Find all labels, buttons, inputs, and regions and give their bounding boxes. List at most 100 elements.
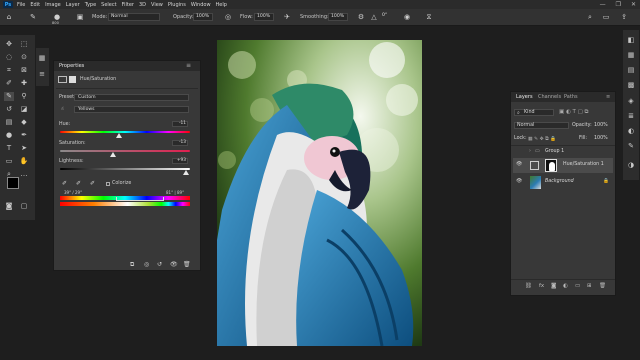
- gradients-panel-icon[interactable]: ▤: [626, 65, 636, 75]
- layer-row-hue-saturation[interactable]: 👁 Hue/Saturation 1: [513, 158, 613, 173]
- smoothing-input[interactable]: 100%: [328, 13, 348, 21]
- hue-slider-track[interactable]: [60, 131, 190, 133]
- layer-row-background[interactable]: 👁 Background 🔒: [513, 175, 613, 190]
- panel-menu-icon[interactable]: ≡: [606, 94, 610, 100]
- delete-layer-icon[interactable]: 🗑: [599, 283, 606, 289]
- type-tool-icon[interactable]: T: [4, 144, 14, 153]
- lightness-value[interactable]: +93: [172, 158, 188, 164]
- brush-tool-active-icon[interactable]: ✎: [4, 92, 14, 101]
- visibility-eye-icon[interactable]: 👁: [516, 179, 522, 184]
- eyedropper-icon[interactable]: ✐: [62, 180, 67, 187]
- lasso-tool-icon[interactable]: ◌: [4, 53, 14, 62]
- new-group-icon[interactable]: ▭: [575, 283, 580, 289]
- symmetry-icon[interactable]: ⧖: [425, 13, 433, 21]
- layers-panel-icon[interactable]: ◑: [626, 160, 636, 170]
- smoothing-settings-icon[interactable]: ⚙: [357, 13, 365, 21]
- dodge-tool-icon[interactable]: ●: [4, 131, 14, 140]
- chevron-right-icon[interactable]: ›: [529, 149, 531, 154]
- brush-tool-icon[interactable]: ✎: [29, 13, 37, 21]
- tab-layers[interactable]: Layers: [516, 94, 533, 100]
- layer-mask-thumbnail[interactable]: [545, 159, 557, 172]
- restore-button[interactable]: ❐: [616, 1, 621, 8]
- fill-value[interactable]: 100%: [594, 136, 608, 141]
- filter-icons[interactable]: ▣ ◐ T ▢ ⧉: [559, 109, 588, 116]
- saturation-slider-thumb[interactable]: [110, 152, 117, 157]
- menu-select[interactable]: Select: [101, 2, 116, 8]
- targeted-adjust-icon[interactable]: ☝: [61, 107, 64, 112]
- quick-select-icon[interactable]: ⊙: [19, 53, 29, 62]
- preset-select[interactable]: Custom: [74, 94, 189, 101]
- add-mask-icon[interactable]: ◙: [551, 283, 556, 289]
- blend-mode-select[interactable]: Normal: [514, 122, 569, 129]
- libraries-panel-icon[interactable]: ◈: [626, 96, 636, 106]
- menu-view[interactable]: View: [151, 2, 163, 8]
- layer-style-icon[interactable]: fx: [539, 283, 544, 289]
- hue-value[interactable]: -11: [172, 121, 188, 127]
- history-panel-icon[interactable]: ▦: [37, 54, 47, 63]
- adjustments-panel-icon[interactable]: ≡: [37, 70, 47, 79]
- lightness-slider-thumb[interactable]: [183, 170, 190, 175]
- shape-tool-icon[interactable]: ▭: [4, 157, 14, 166]
- angle-input[interactable]: 0°: [380, 13, 392, 21]
- crop-tool-icon[interactable]: ⌗: [4, 66, 14, 75]
- pen-tool-icon[interactable]: ✒: [19, 131, 29, 140]
- colorize-checkbox[interactable]: [106, 182, 110, 186]
- channel-select[interactable]: Yellows: [74, 106, 189, 113]
- menu-image[interactable]: Image: [45, 2, 61, 8]
- delete-icon[interactable]: 🗑: [183, 261, 191, 268]
- link-layers-icon[interactable]: ⛓: [525, 283, 532, 289]
- hand-tool-icon[interactable]: ✋: [19, 157, 29, 166]
- minimize-button[interactable]: —: [600, 1, 606, 8]
- marquee-tool-icon[interactable]: ⬚: [19, 40, 29, 49]
- adjustment-icon[interactable]: [58, 76, 67, 83]
- airbrush-icon[interactable]: ✈: [283, 13, 291, 21]
- new-adjustment-icon[interactable]: ◐: [563, 283, 568, 289]
- foreground-color-swatch[interactable]: [7, 177, 19, 189]
- menu-help[interactable]: Help: [216, 2, 227, 8]
- mode-select[interactable]: Normal: [108, 13, 160, 21]
- visibility-icon[interactable]: 👁: [170, 261, 178, 268]
- saturation-value[interactable]: -13: [172, 140, 188, 146]
- screen-mode-icon[interactable]: ▢: [19, 202, 29, 211]
- menu-filter[interactable]: Filter: [122, 2, 134, 8]
- hue-slider-thumb[interactable]: [115, 133, 122, 138]
- new-layer-icon[interactable]: ⊞: [587, 283, 592, 289]
- stamp-tool-icon[interactable]: ⚲: [19, 92, 29, 101]
- workspace-icon[interactable]: ▭: [602, 13, 610, 21]
- share-icon[interactable]: ⇪: [620, 13, 628, 21]
- color-panel-icon[interactable]: ◧: [626, 35, 636, 45]
- swatches-panel-icon[interactable]: ▦: [626, 50, 636, 60]
- mask-icon[interactable]: [69, 76, 76, 83]
- path-select-icon[interactable]: ➤: [19, 144, 29, 153]
- eyedropper-icon[interactable]: ✐: [4, 79, 14, 88]
- menu-file[interactable]: File: [17, 2, 25, 8]
- eraser-tool-icon[interactable]: ◪: [19, 105, 29, 114]
- adjustments-panel-icon[interactable]: ◐: [626, 126, 636, 136]
- menu-edit[interactable]: Edit: [30, 2, 40, 8]
- properties-panel-icon[interactable]: ≣: [626, 111, 636, 121]
- filter-kind-select[interactable]: ⌕ Kind: [514, 109, 554, 116]
- view-previous-icon[interactable]: ◎: [144, 261, 149, 268]
- menu-3d[interactable]: 3D: [139, 2, 146, 8]
- quick-mask-icon[interactable]: ◙: [4, 202, 14, 211]
- visibility-eye-icon[interactable]: 👁: [516, 162, 522, 167]
- opacity-value[interactable]: 100%: [594, 123, 608, 128]
- clip-to-layer-icon[interactable]: ⧉: [130, 261, 134, 269]
- frame-tool-icon[interactable]: ⊠: [19, 66, 29, 75]
- pressure-opacity-icon[interactable]: ◎: [224, 13, 232, 21]
- menu-layer[interactable]: Layer: [66, 2, 80, 8]
- document-canvas[interactable]: [217, 40, 422, 346]
- brush-preset-icon[interactable]: ●: [53, 13, 61, 21]
- opacity-input[interactable]: 100%: [193, 13, 213, 21]
- home-icon[interactable]: ⌂: [5, 13, 13, 21]
- patterns-panel-icon[interactable]: ▩: [626, 80, 636, 90]
- range-selector[interactable]: [116, 197, 164, 201]
- flow-input[interactable]: 100%: [254, 13, 274, 21]
- angle-icon[interactable]: △: [370, 13, 378, 21]
- menu-window[interactable]: Window: [191, 2, 211, 8]
- tab-channels[interactable]: Channels: [538, 94, 561, 100]
- tab-paths[interactable]: Paths: [564, 94, 578, 100]
- more-tools-icon[interactable]: …: [19, 170, 29, 179]
- reset-icon[interactable]: ↺: [157, 261, 162, 268]
- lock-icons[interactable]: ▦ ✎ ✥ ⧉ 🔒: [528, 136, 556, 142]
